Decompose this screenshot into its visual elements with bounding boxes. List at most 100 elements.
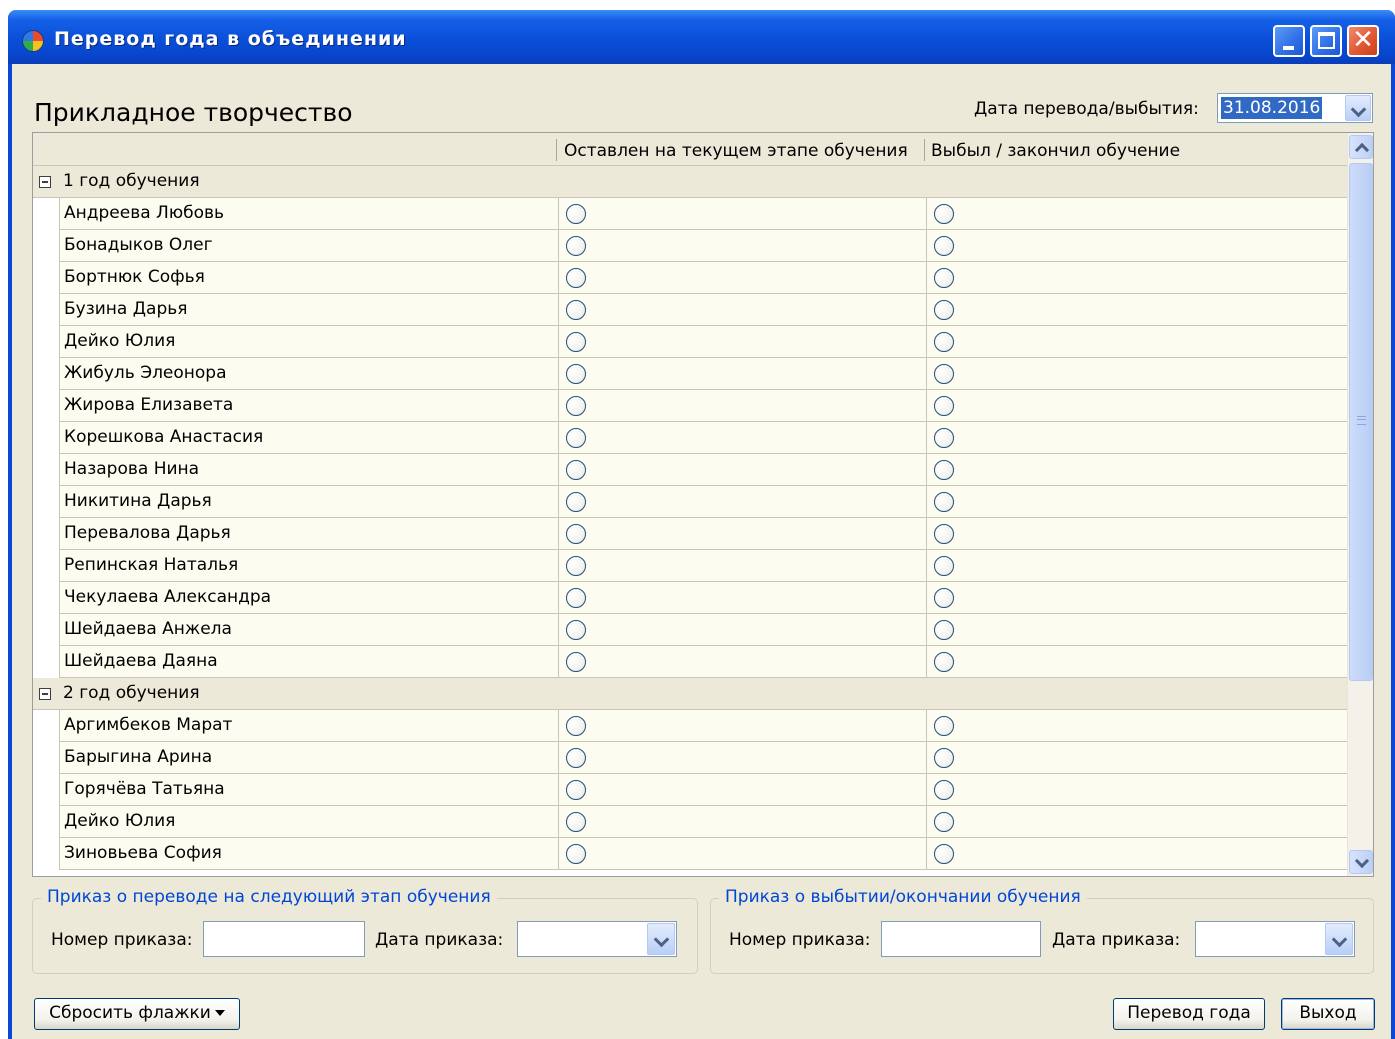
stay-radio[interactable]: [566, 396, 586, 416]
chevron-down-icon[interactable]: [647, 923, 675, 955]
stay-radio[interactable]: [566, 332, 586, 352]
table-row[interactable]: Шейдаева Даяна: [59, 646, 1347, 678]
group-row[interactable]: 2 год обучения: [33, 678, 1347, 710]
scrollbar-thumb[interactable]: [1349, 163, 1373, 681]
dropout-radio[interactable]: [934, 716, 954, 736]
stay-radio[interactable]: [566, 748, 586, 768]
table-row[interactable]: Корешкова Анастасия: [59, 422, 1347, 454]
transfer-date-picker[interactable]: 31.08.2016: [1217, 93, 1373, 123]
dropout-radio[interactable]: [934, 780, 954, 800]
table-row[interactable]: Шейдаева Анжела: [59, 614, 1347, 646]
dropout-radio[interactable]: [934, 364, 954, 384]
table-row[interactable]: Никитина Дарья: [59, 486, 1347, 518]
column-separator[interactable]: [556, 139, 557, 161]
scroll-up-icon[interactable]: [1349, 135, 1373, 159]
table-row[interactable]: Жибуль Элеонора: [59, 358, 1347, 390]
group-row[interactable]: 1 год обучения: [33, 166, 1347, 198]
stay-radio[interactable]: [566, 428, 586, 448]
column-separator[interactable]: [924, 139, 925, 161]
dropout-radio[interactable]: [934, 492, 954, 512]
dropout-cell: [927, 806, 1347, 837]
table-row[interactable]: Зиновьева София: [59, 838, 1347, 870]
minimize-button[interactable]: [1273, 25, 1305, 57]
dropout-order-number-input[interactable]: [881, 921, 1041, 957]
dropout-radio[interactable]: [934, 812, 954, 832]
dropout-radio[interactable]: [934, 556, 954, 576]
stay-radio[interactable]: [566, 204, 586, 224]
chevron-down-icon[interactable]: [1345, 95, 1371, 121]
column-header-stay[interactable]: Оставлен на текущем этапе обучения: [564, 141, 908, 161]
stay-radio[interactable]: [566, 556, 586, 576]
table-row[interactable]: Дейко Юлия: [59, 806, 1347, 838]
collapse-icon[interactable]: [39, 688, 51, 700]
dropout-radio[interactable]: [934, 748, 954, 768]
stay-radio[interactable]: [566, 844, 586, 864]
stay-radio[interactable]: [566, 460, 586, 480]
dropout-radio[interactable]: [934, 268, 954, 288]
page-title: Прикладное творчество: [34, 98, 353, 127]
stay-radio[interactable]: [566, 652, 586, 672]
collapse-icon[interactable]: [39, 176, 51, 188]
table-row[interactable]: Чекулаева Александра: [59, 582, 1347, 614]
table-row[interactable]: Аргимбеков Марат: [59, 710, 1347, 742]
table-row[interactable]: Жирова Елизавета: [59, 390, 1347, 422]
chevron-down-icon[interactable]: [1325, 923, 1353, 955]
stay-cell: [559, 486, 927, 517]
stay-radio[interactable]: [566, 588, 586, 608]
stay-radio[interactable]: [566, 492, 586, 512]
stay-radio[interactable]: [566, 524, 586, 544]
stay-radio[interactable]: [566, 268, 586, 288]
table-row[interactable]: Назарова Нина: [59, 454, 1347, 486]
table-row[interactable]: Бортнюк Софья: [59, 262, 1347, 294]
dropout-radio[interactable]: [934, 236, 954, 256]
dropout-radio[interactable]: [934, 844, 954, 864]
table-row[interactable]: Репинская Наталья: [59, 550, 1347, 582]
dropout-radio[interactable]: [934, 620, 954, 640]
stay-cell: [559, 390, 927, 421]
transfer-order-date-picker[interactable]: [517, 921, 677, 957]
transfer-order-legend: Приказ о переводе на следующий этап обуч…: [41, 887, 497, 907]
scroll-down-icon[interactable]: [1349, 850, 1373, 874]
student-name: Бузина Дарья: [59, 294, 559, 325]
dropout-cell: [927, 646, 1347, 677]
dropout-radio[interactable]: [934, 588, 954, 608]
student-name: Перевалова Дарья: [59, 518, 559, 549]
maximize-button[interactable]: [1310, 25, 1342, 57]
transfer-date-value[interactable]: 31.08.2016: [1221, 97, 1323, 119]
transfer-year-button[interactable]: Перевод года: [1113, 998, 1265, 1030]
dropout-order-date-picker[interactable]: [1195, 921, 1355, 957]
dropout-radio[interactable]: [934, 524, 954, 544]
dropout-radio[interactable]: [934, 652, 954, 672]
dropout-radio[interactable]: [934, 396, 954, 416]
stay-radio[interactable]: [566, 780, 586, 800]
transfer-order-number-input[interactable]: [203, 921, 365, 957]
stay-radio[interactable]: [566, 620, 586, 640]
table-row[interactable]: Горячёва Татьяна: [59, 774, 1347, 806]
table-row[interactable]: Дейко Юлия: [59, 326, 1347, 358]
dropout-radio[interactable]: [934, 428, 954, 448]
vertical-scrollbar[interactable]: [1347, 133, 1373, 876]
dropout-radio[interactable]: [934, 300, 954, 320]
reset-flags-button[interactable]: Сбросить флажки: [34, 998, 240, 1030]
table-row[interactable]: Бузина Дарья: [59, 294, 1347, 326]
stay-radio[interactable]: [566, 716, 586, 736]
table-row[interactable]: Барыгина Арина: [59, 742, 1347, 774]
dropout-radio[interactable]: [934, 332, 954, 352]
close-button[interactable]: ✕: [1347, 25, 1379, 57]
stay-radio[interactable]: [566, 812, 586, 832]
table-row[interactable]: Бонадыков Олег: [59, 230, 1347, 262]
title-bar[interactable]: Перевод года в объединении ✕: [8, 10, 1395, 64]
dropout-radio[interactable]: [934, 460, 954, 480]
dropout-radio[interactable]: [934, 204, 954, 224]
stay-radio[interactable]: [566, 364, 586, 384]
exit-button[interactable]: Выход: [1281, 998, 1375, 1030]
column-header-dropout[interactable]: Выбыл / закончил обучение: [931, 141, 1180, 161]
stay-radio[interactable]: [566, 300, 586, 320]
transfer-order-number-label: Номер приказа:: [51, 930, 193, 950]
stay-radio[interactable]: [566, 236, 586, 256]
student-name: Корешкова Анастасия: [59, 422, 559, 453]
table-row[interactable]: Перевалова Дарья: [59, 518, 1347, 550]
stay-cell: [559, 454, 927, 485]
table-row[interactable]: Андреева Любовь: [59, 198, 1347, 230]
student-name: Дейко Юлия: [59, 326, 559, 357]
